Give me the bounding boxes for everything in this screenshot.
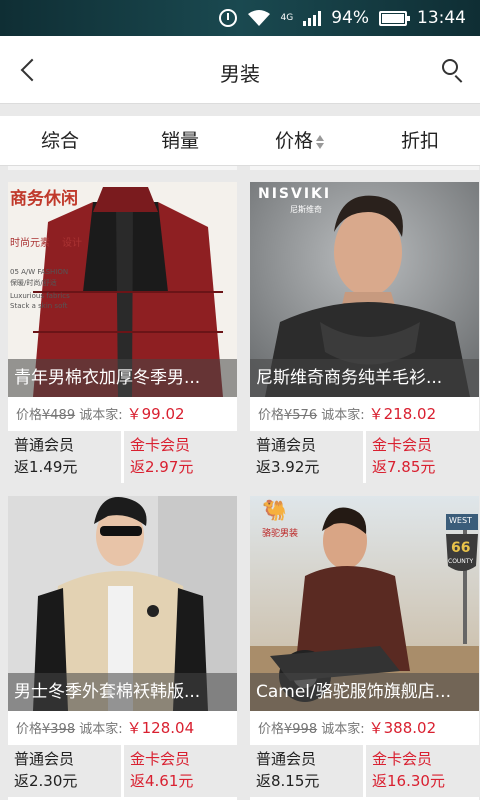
alarm-icon [218,9,237,27]
image-brand-text: NISVIKI [258,186,332,202]
gold-member-rebate: 金卡会员 返7.85元 [366,431,479,483]
gold-member-rebate: 金卡会员 返16.30元 [366,745,479,797]
product-name: 青年男棉衣加厚冬季男... [8,359,237,397]
product-image: 骆驼男装 🐫 WEST 66 COUNTY Camel/骆驼服饰旗舰店... [250,496,479,711]
original-price: ¥489 [42,408,76,423]
wifi-icon [247,10,270,26]
member-rebates: 普通会员 返8.15元 金卡会员 返16.30元 [250,745,479,797]
tab-sales[interactable]: 销量 [120,116,240,165]
member-rebates: 普通会员 返2.30元 金卡会员 返4.61元 [8,745,237,797]
tab-comprehensive[interactable]: 综合 [0,116,120,165]
network-type: 4G [280,12,294,23]
partial-card-edge [250,166,479,170]
price-row: 价格¥998 诚本家: ￥388.02 [250,711,479,745]
original-price: ¥576 [284,408,318,423]
sale-price: ￥218.02 [368,405,437,423]
product-name: 尼斯维奇商务纯羊毛衫... [250,359,479,397]
price-row: 价格¥576 诚本家: ￥218.02 [250,397,479,431]
gold-member-rebate: 金卡会员 返2.97元 [124,431,237,483]
signal-icon [303,10,322,26]
page-title: 男装 [220,62,260,86]
sort-arrows-icon [315,134,325,150]
clock: 13:44 [417,8,466,28]
sort-tabs: 综合 销量 价格 折扣 [0,116,480,166]
camel-logo-icon: 🐫 [262,498,287,522]
product-image: 男士冬季外套棉袄韩版... [8,496,237,711]
normal-member-rebate: 普通会员 返8.15元 [250,745,363,797]
member-rebates: 普通会员 返1.49元 金卡会员 返2.97元 [8,431,237,483]
price-row: 价格¥398 诚本家: ￥128.04 [8,711,237,745]
product-image: NISVIKI 尼斯维奇 尼斯维奇商务纯羊毛衫... [250,182,479,397]
normal-member-rebate: 普通会员 返2.30元 [8,745,121,797]
product-name: 男士冬季外套棉袄韩版... [8,673,237,711]
product-grid: 商务休闲 时尚元素 设计 05 A/W FASHION 保暖/时尚/舒适 Lux… [0,166,480,800]
battery-icon [379,10,410,26]
image-brand-text: 商务休闲 [10,189,78,209]
product-card[interactable]: 商务休闲 时尚元素 设计 05 A/W FASHION 保暖/时尚/舒适 Lux… [8,182,237,483]
search-button[interactable] [438,56,468,86]
search-icon [442,59,458,75]
battery-percent: 94% [331,8,369,28]
original-price: ¥998 [284,722,318,737]
normal-member-rebate: 普通会员 返3.92元 [250,431,363,483]
sale-price: ￥99.02 [126,405,185,423]
app-header: 男装 [0,36,480,104]
normal-member-rebate: 普通会员 返1.49元 [8,431,121,483]
product-card[interactable]: 骆驼男装 🐫 WEST 66 COUNTY Camel/骆驼服饰旗舰店... 价… [250,496,479,800]
price-row: 价格¥489 诚本家: ￥99.02 [8,397,237,431]
status-icons: 4G 94% 13:44 [218,8,466,28]
tab-discount[interactable]: 折扣 [360,116,480,165]
image-brand-text: 骆驼男装 [262,529,299,539]
product-card[interactable]: NISVIKI 尼斯维奇 尼斯维奇商务纯羊毛衫... 价格¥576 诚本家: ￥2… [250,182,479,483]
gold-member-rebate: 金卡会员 返4.61元 [124,745,237,797]
member-rebates: 普通会员 返3.92元 金卡会员 返7.85元 [250,431,479,483]
tab-price[interactable]: 价格 [240,116,360,165]
original-price: ¥398 [42,722,76,737]
status-bar: 4G 94% 13:44 [0,0,480,36]
product-card[interactable]: 男士冬季外套棉袄韩版... 价格¥398 诚本家: ￥128.04 普通会员 返2… [8,496,237,800]
sale-price: ￥388.02 [368,719,437,737]
product-name: Camel/骆驼服饰旗舰店... [250,673,479,711]
product-image: 商务休闲 时尚元素 设计 05 A/W FASHION 保暖/时尚/舒适 Lux… [8,182,237,397]
partial-card-edge [8,166,237,170]
sale-price: ￥128.04 [126,719,195,737]
